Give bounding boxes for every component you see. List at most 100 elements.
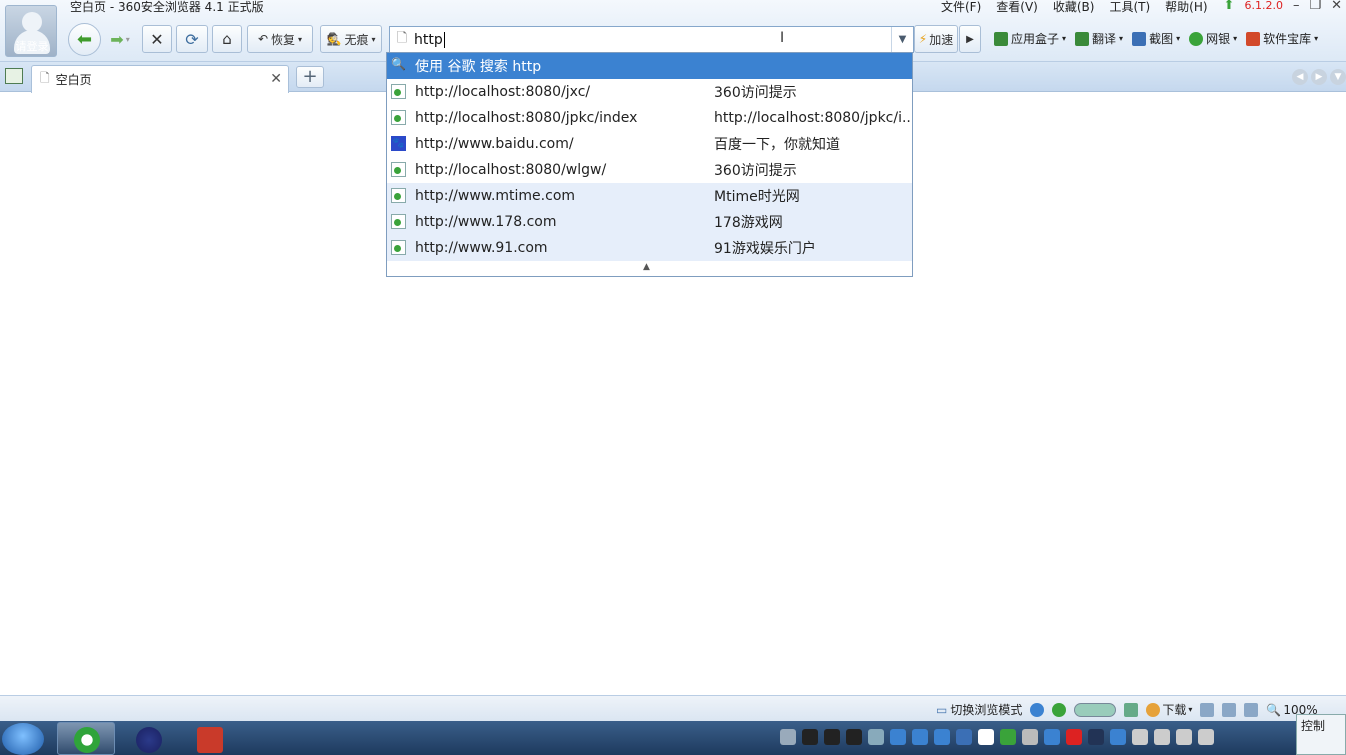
browser-icon xyxy=(74,727,100,753)
start-button[interactable] xyxy=(2,723,44,755)
address-dropdown-button[interactable]: ▼ xyxy=(891,27,913,52)
tray-app-icon[interactable] xyxy=(1044,729,1060,745)
qq-icon[interactable] xyxy=(846,729,862,745)
extension-icon[interactable] xyxy=(1124,702,1139,717)
speaker-icon[interactable] xyxy=(1244,702,1259,717)
shield-icon[interactable] xyxy=(934,729,950,745)
search-suggestion[interactable]: 🔍 使用 谷歌 搜索 http xyxy=(387,53,912,79)
tray-app-icon[interactable] xyxy=(1154,729,1170,745)
app-box-button[interactable]: 应用盒子 ▾ xyxy=(994,31,1066,47)
flag-icon[interactable] xyxy=(956,729,972,745)
page-icon xyxy=(391,240,406,255)
incognito-button[interactable]: 🕵 无痕 ▾ xyxy=(320,25,382,53)
scroll-left-icon[interactable]: ◀ xyxy=(1292,69,1308,85)
suggestion-url: http://localhost:8080/jpkc/index xyxy=(415,110,638,126)
menu-file[interactable]: 文件(F) xyxy=(941,0,981,14)
volume-icon[interactable] xyxy=(1198,729,1214,745)
suggestion-item[interactable]: http://www.91.com 91游戏娱乐门户 xyxy=(387,235,912,261)
penguin-icon[interactable] xyxy=(802,729,818,745)
suggestion-item[interactable]: http://localhost:8080/wlgw/360访问提示 xyxy=(387,157,912,183)
back-button[interactable]: ⬅ xyxy=(68,23,101,56)
qq-icon[interactable] xyxy=(824,729,840,745)
download-button[interactable]: 下载 ▾ xyxy=(1146,701,1192,718)
lightning-icon: ⚡ xyxy=(918,32,928,46)
refresh-button[interactable]: ⟳ xyxy=(176,25,208,53)
chrome-engine-icon[interactable] xyxy=(1052,702,1067,717)
sidebar-toggle-icon[interactable] xyxy=(5,68,23,84)
ie-engine-icon[interactable] xyxy=(1030,702,1045,717)
user-avatar[interactable]: 请登录 xyxy=(5,5,57,57)
folder-icon: ▭ xyxy=(936,702,948,717)
taskbar-browser-button[interactable] xyxy=(57,722,115,755)
tab-title: 空白页 xyxy=(55,73,92,87)
toggle-switch-icon[interactable] xyxy=(1074,702,1117,717)
mode-switch-label: 切换浏览模式 xyxy=(950,703,1023,717)
minimize-icon[interactable]: – xyxy=(1293,0,1300,12)
software-store-icon xyxy=(1246,32,1261,46)
suggestion-item[interactable]: http://www.178.com 178游戏网 xyxy=(387,209,912,235)
go-button[interactable]: ▶ xyxy=(959,25,981,53)
tray-app-icon[interactable] xyxy=(1066,729,1082,745)
mode-switch-button[interactable]: ▭ 切换浏览模式 xyxy=(936,701,1022,718)
maximize-icon[interactable]: ❐ xyxy=(1309,0,1321,12)
suggestion-title: 91游戏娱乐门户 xyxy=(714,241,816,257)
tray-app-icon[interactable] xyxy=(1088,729,1104,745)
online-bank-button[interactable]: 网银 ▾ xyxy=(1189,31,1237,47)
suggestion-title: 178游戏网 xyxy=(714,215,783,231)
menu-help[interactable]: 帮助(H) xyxy=(1165,0,1207,14)
forward-button[interactable]: ➡ ▾ xyxy=(104,25,136,53)
tab-blank[interactable]: 🗋 空白页 ✕ xyxy=(31,65,289,93)
chevron-down-icon: ▾ xyxy=(298,34,303,44)
cloud-icon[interactable] xyxy=(890,729,906,745)
stop-button[interactable]: ✕ xyxy=(142,25,172,53)
toolbox-icon xyxy=(197,727,223,753)
suggestion-url: http://localhost:8080/jxc/ xyxy=(415,84,591,100)
clipboard-icon[interactable] xyxy=(1200,702,1215,717)
suggestion-item[interactable]: 🐾 http://www.baidu.com/百度一下，你就知道 xyxy=(387,131,912,157)
accelerate-label: 加速 xyxy=(929,32,954,47)
restore-button[interactable]: ↶ 恢复 ▾ xyxy=(247,25,313,53)
tab-list-icon[interactable]: ▼ xyxy=(1330,69,1346,85)
close-tab-icon[interactable]: ✕ xyxy=(270,71,282,87)
tray-app-icon[interactable] xyxy=(1176,729,1192,745)
menu-view[interactable]: 查看(V) xyxy=(996,0,1038,14)
collapse-up-icon[interactable]: ▲ xyxy=(643,262,650,272)
suggestion-item[interactable]: http://localhost:8080/jxc/360访问提示 xyxy=(387,79,912,105)
address-suggestions: 🔍 使用 谷歌 搜索 http http://localhost:8080/jx… xyxy=(386,52,913,277)
scroll-right-icon[interactable]: ▶ xyxy=(1311,69,1327,85)
keyboard-icon[interactable] xyxy=(780,729,796,745)
shield-icon[interactable] xyxy=(912,729,928,745)
new-tab-button[interactable]: + xyxy=(296,66,324,88)
suggestion-title: 360访问提示 xyxy=(714,163,797,179)
chevron-down-icon: ▼ xyxy=(898,34,907,45)
address-input[interactable]: http xyxy=(414,32,443,48)
accelerate-button[interactable]: ⚡ 加速 xyxy=(914,25,958,53)
login-label[interactable]: 请登录 xyxy=(6,38,56,54)
360-icon[interactable] xyxy=(1000,729,1016,745)
taskbar-toolbox-button[interactable] xyxy=(180,722,238,755)
update-arrow-icon[interactable]: ⬆ xyxy=(1224,0,1235,12)
tray-app-icon[interactable] xyxy=(1110,729,1126,745)
network-icon[interactable] xyxy=(868,729,884,745)
back-arrow-icon: ⬅ xyxy=(76,29,93,50)
screenshot-label: 截图 xyxy=(1149,32,1174,46)
home-icon: ⌂ xyxy=(222,30,232,48)
translate-button[interactable]: 翻译 ▾ xyxy=(1075,31,1123,47)
control-popup[interactable]: 控制 xyxy=(1296,714,1346,755)
suggestion-item[interactable]: http://www.mtime.com Mtime时光网 xyxy=(387,183,912,209)
taskbar-eclipse-button[interactable] xyxy=(119,722,177,755)
menu-favorites[interactable]: 收藏(B) xyxy=(1053,0,1095,14)
menu-tools[interactable]: 工具(T) xyxy=(1109,0,1150,14)
download-icon xyxy=(1146,702,1161,717)
close-window-icon[interactable]: ✕ xyxy=(1331,0,1342,12)
tray-app-icon[interactable] xyxy=(1022,729,1038,745)
tray-app-icon[interactable] xyxy=(1132,729,1148,745)
address-bar[interactable]: 🗋 http xyxy=(389,26,914,53)
note-icon[interactable] xyxy=(978,729,994,745)
suggestion-item[interactable]: http://localhost:8080/jpkc/index http://l… xyxy=(387,105,912,131)
home-button[interactable]: ⌂ xyxy=(212,25,242,53)
suggestion-url: http://www.91.com xyxy=(415,240,548,256)
screenshot-button[interactable]: 截图 ▾ xyxy=(1132,31,1180,47)
software-store-button[interactable]: 软件宝库 ▾ xyxy=(1246,31,1318,47)
screen-icon[interactable] xyxy=(1222,702,1237,717)
